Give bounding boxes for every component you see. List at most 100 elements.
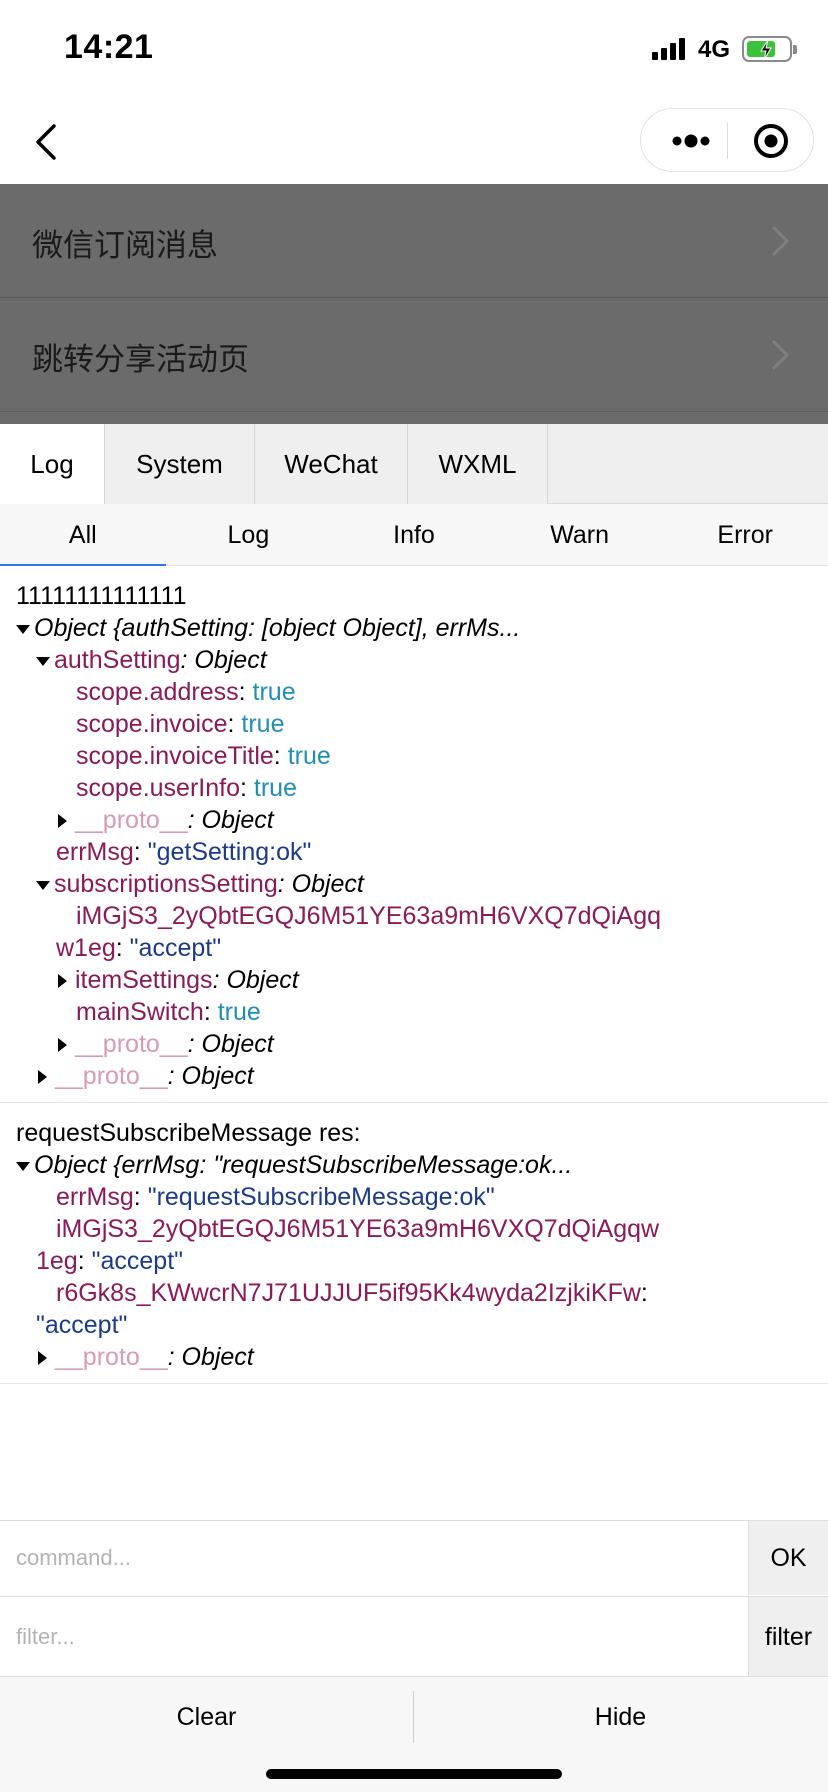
subscriptions-setting-row[interactable]: subscriptionsSetting: Object (0, 868, 828, 900)
clear-button[interactable]: Clear (0, 1677, 413, 1757)
status-bar: 14:21 4G (0, 0, 828, 100)
object-summary: Object {errMsg: "requestSubscribeMessage… (34, 1151, 573, 1179)
key: subscriptionsSetting (54, 870, 278, 898)
property-row: iMGjS3_2yQbtEGQJ6M51YE63a9mH6VXQ7dQiAgqw (0, 1213, 828, 1245)
sep: : (227, 710, 242, 738)
property-row: errMsg: "requestSubscribeMessage:ok" (0, 1181, 828, 1213)
filter-input[interactable] (0, 1597, 748, 1677)
type: : Object (180, 646, 267, 674)
key: __proto__ (55, 1343, 168, 1371)
filter-row: filter (0, 1596, 828, 1677)
key: mainSwitch (76, 998, 204, 1026)
property-row: scope.userInfo: true (0, 772, 828, 804)
key: __proto__ (55, 1062, 168, 1090)
command-input[interactable] (0, 1521, 748, 1595)
property-row: mainSwitch: true (0, 996, 828, 1028)
item-settings-row[interactable]: itemSettings: Object (0, 964, 828, 996)
status-time: 14:21 (64, 28, 154, 66)
proto-row[interactable]: __proto__: Object (0, 1028, 828, 1060)
sep: : (238, 678, 253, 706)
type: : Object (187, 1030, 274, 1058)
triangle-right-icon (58, 814, 67, 829)
sep: : (115, 934, 130, 962)
key: scope.invoice (76, 710, 228, 738)
key: w1eg (56, 934, 116, 962)
command-row: OK (0, 1520, 828, 1596)
filter-tab-info[interactable]: Info (331, 504, 497, 566)
triangle-down-icon (16, 1161, 30, 1171)
property-row: scope.invoiceTitle: true (0, 740, 828, 772)
sep: : (240, 774, 254, 802)
log-entry: 11111111111111 Object {authSetting: [obj… (0, 566, 828, 1103)
sep: : (133, 838, 148, 866)
proto-row[interactable]: __proto__: Object (0, 1341, 828, 1373)
object-summary: Object {authSetting: [object Object], er… (34, 614, 521, 642)
bottom-bar: Clear Hide (0, 1676, 828, 1792)
value: true (217, 998, 261, 1026)
home-indicator[interactable] (266, 1769, 562, 1779)
key: r6Gk8s_KWwcrN7J71UJJUF5if95Kk4wyda2Izjki… (56, 1279, 641, 1307)
type: : Object (187, 806, 274, 834)
type: : Object (277, 870, 364, 898)
key: scope.invoiceTitle (76, 742, 274, 770)
more-icon[interactable] (667, 109, 729, 173)
property-row: scope.address: true (0, 676, 828, 708)
triangle-right-icon (38, 1070, 47, 1085)
property-row: w1eg: "accept" (0, 932, 828, 964)
key: iMGjS3_2yQbtEGQJ6M51YE63a9mH6VXQ7dQiAgq (76, 902, 661, 930)
filter-tab-error[interactable]: Error (662, 504, 828, 566)
property-row: scope.invoice: true (0, 708, 828, 740)
proto-row[interactable]: __proto__: Object (0, 1060, 828, 1092)
sep: : (203, 998, 218, 1026)
triangle-right-icon (58, 974, 67, 989)
auth-setting-row[interactable]: authSetting: Object (0, 644, 828, 676)
property-row: errMsg: "getSetting:ok" (0, 836, 828, 868)
triangle-down-icon (36, 880, 50, 890)
log-output: 11111111111111 Object {authSetting: [obj… (0, 566, 828, 1520)
tab-log[interactable]: Log (0, 424, 105, 504)
value: true (252, 678, 296, 706)
target-icon[interactable] (751, 121, 791, 161)
property-row: r6Gk8s_KWwcrN7J71UJJUF5if95Kk4wyda2Izjki… (56, 1279, 648, 1307)
value: "accept" (36, 1311, 128, 1339)
filter-tab-warn[interactable]: Warn (497, 504, 663, 566)
property-row: 1eg: "accept" (0, 1245, 828, 1277)
list-item-share-activity[interactable]: 跳转分享活动页 (0, 298, 828, 412)
key: scope.userInfo (76, 774, 240, 802)
key: 1eg (36, 1247, 78, 1275)
triangle-right-icon (58, 1038, 67, 1053)
filter-tab-log[interactable]: Log (166, 504, 332, 566)
console-tabs: Log System WeChat WXML (0, 424, 828, 504)
sep: : (133, 1183, 148, 1211)
value: "getSetting:ok" (147, 838, 312, 866)
filter-tab-all[interactable]: All (0, 504, 166, 566)
tab-wxml[interactable]: WXML (408, 424, 548, 504)
chevron-right-icon (771, 339, 790, 371)
object-summary-row[interactable]: Object {errMsg: "requestSubscribeMessage… (0, 1149, 828, 1181)
sep: : (77, 1247, 92, 1275)
key: __proto__ (75, 1030, 188, 1058)
triangle-right-icon (38, 1351, 47, 1366)
log-text: 11111111111111 (16, 582, 187, 610)
filter-button[interactable]: filter (748, 1597, 828, 1677)
page-list: 微信订阅消息 跳转分享活动页 (0, 184, 828, 424)
key: errMsg (56, 838, 134, 866)
object-summary-row[interactable]: Object {authSetting: [object Object], er… (0, 612, 828, 644)
sep: : (273, 742, 288, 770)
key: errMsg (56, 1183, 134, 1211)
hide-button[interactable]: Hide (414, 1677, 827, 1757)
back-icon[interactable] (28, 118, 68, 166)
tab-wechat[interactable]: WeChat (255, 424, 408, 504)
nav-bar (0, 100, 828, 184)
signal-icon (652, 38, 688, 60)
type: : Object (167, 1343, 254, 1371)
value: "accept" (91, 1247, 184, 1275)
type: : Object (212, 966, 299, 994)
ok-button[interactable]: OK (748, 1521, 828, 1595)
list-item-subscribe[interactable]: 微信订阅消息 (0, 184, 828, 298)
value: "requestSubscribeMessage:ok" (147, 1183, 495, 1211)
log-entry: requestSubscribeMessage res: Object {err… (0, 1103, 828, 1384)
proto-row[interactable]: __proto__: Object (0, 804, 828, 836)
tab-system[interactable]: System (105, 424, 255, 504)
property-row: "accept" (0, 1309, 828, 1341)
